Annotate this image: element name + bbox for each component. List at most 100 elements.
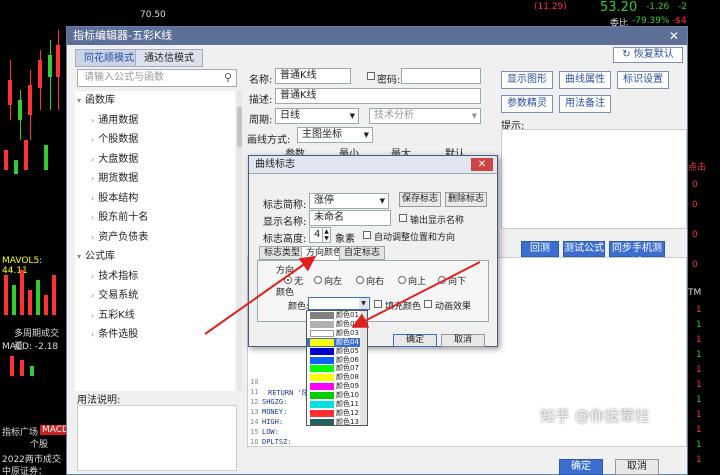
name-input[interactable]: 普通K线 xyxy=(275,68,351,84)
direction-down-radio[interactable] xyxy=(438,276,446,284)
chevron-right-icon[interactable]: › xyxy=(91,155,94,164)
delete-mark-button[interactable]: 删除标志 xyxy=(445,192,487,207)
color-swatch xyxy=(310,401,334,408)
news-item-2[interactable]: 中原证券： xyxy=(2,464,47,475)
direction-right-radio[interactable] xyxy=(356,276,364,284)
output-name-checkbox[interactable] xyxy=(399,214,407,222)
price-change: -1.26 xyxy=(646,2,670,12)
color-option[interactable]: 颜色10 xyxy=(307,391,361,400)
draw-mode-select[interactable]: 主图坐标 ▼ xyxy=(297,127,373,143)
tree-item[interactable]: › 大盘数据 xyxy=(75,150,235,170)
editor-ok-button[interactable]: 确定 xyxy=(559,459,603,475)
usage-note-button[interactable]: 用法备注 xyxy=(559,95,611,113)
show-graph-button[interactable]: 显示图形 xyxy=(501,71,553,89)
tab-mark-type[interactable]: 标志类型 xyxy=(259,246,306,260)
auto-adjust-checkbox[interactable] xyxy=(363,231,371,239)
color-option[interactable]: 颜色11 xyxy=(307,400,361,409)
display-name-input[interactable]: 未命名 xyxy=(309,210,391,226)
dialog-cancel-button[interactable]: 取消 xyxy=(441,334,485,347)
right-value: 0 xyxy=(692,180,698,190)
right-value: 0 xyxy=(692,200,698,210)
formula-search-input[interactable]: 请输入公式与函数 ⚲ xyxy=(77,69,237,87)
chevron-right-icon[interactable]: › xyxy=(91,116,94,125)
backtest-button[interactable]: 回测 xyxy=(521,241,559,257)
color-option[interactable]: 颜色04 xyxy=(307,337,361,347)
editor-cancel-button[interactable]: 取消 xyxy=(615,459,659,475)
search-placeholder: 请输入公式与函数 xyxy=(84,72,164,83)
tech-analysis-select[interactable]: 技术分析 ▼ xyxy=(369,108,481,124)
password-checkbox[interactable] xyxy=(367,72,375,80)
color-option-label: 颜色08 xyxy=(336,373,359,382)
tree-item[interactable]: › 股本结构 xyxy=(75,189,235,209)
search-icon[interactable]: ⚲ xyxy=(224,70,232,86)
color-select[interactable]: ▼ xyxy=(308,297,370,310)
stepper-arrows-icon[interactable]: ▲ ▼ xyxy=(322,228,330,242)
color-option[interactable]: 颜色03 xyxy=(307,329,361,338)
chevron-right-icon[interactable]: › xyxy=(91,291,94,300)
direction-up-radio[interactable] xyxy=(398,276,406,284)
tree-item[interactable]: › 技术指标 xyxy=(75,267,235,287)
dialog-ok-button[interactable]: 确定 xyxy=(393,334,437,347)
tab-ths-mode[interactable]: 同花顺模式 xyxy=(75,49,143,67)
chevron-right-icon[interactable]: › xyxy=(91,330,94,339)
tree-item[interactable]: › 期货数据 xyxy=(75,169,235,189)
color-option[interactable]: 颜色01 xyxy=(307,311,361,320)
tree-item[interactable]: › 个股数据 xyxy=(75,130,235,150)
mark-name-select[interactable]: 涨停 ▼ xyxy=(309,193,389,209)
tree-scrollbar-thumb[interactable] xyxy=(237,107,242,147)
right-label: TM xyxy=(688,288,702,298)
color-option[interactable]: 颜色13 xyxy=(307,418,361,425)
chevron-right-icon[interactable]: › xyxy=(91,311,94,320)
save-mark-button[interactable]: 保存标志 xyxy=(399,192,441,207)
restore-default-button[interactable]: ↻ 恢复默认 xyxy=(613,47,683,63)
tree-item[interactable]: › 交易系统 xyxy=(75,286,235,306)
animation-checkbox[interactable] xyxy=(424,300,432,308)
test-formula-button[interactable]: 测试公式 xyxy=(563,241,605,257)
close-icon[interactable]: ✕ xyxy=(471,158,493,171)
sync-mobile-test-button[interactable]: 同步手机测试 xyxy=(609,241,665,268)
stock-tab[interactable]: 个股 xyxy=(30,437,48,450)
tab-custom-mark[interactable]: 自定标志 xyxy=(339,246,386,260)
direction-left-radio[interactable] xyxy=(314,276,322,284)
chevron-right-icon[interactable]: › xyxy=(91,135,94,144)
dialog-title-bar[interactable]: 曲线标志 ✕ xyxy=(249,156,497,174)
tree-item[interactable]: › 条件选股 xyxy=(75,325,235,345)
param-wizard-button[interactable]: 参数精灵 xyxy=(501,95,553,113)
tree-item[interactable]: › 通用数据 xyxy=(75,111,235,131)
chevron-down-icon[interactable]: ▾ xyxy=(77,252,81,261)
color-option-label: 颜色10 xyxy=(336,391,359,400)
mark-settings-button[interactable]: 标识设置 xyxy=(617,71,669,89)
chevron-right-icon[interactable]: › xyxy=(91,213,94,222)
chevron-right-icon[interactable]: › xyxy=(91,174,94,183)
color-option[interactable]: 颜色05 xyxy=(307,347,361,356)
hint-textarea[interactable] xyxy=(501,129,687,229)
password-input[interactable] xyxy=(401,68,481,84)
chevron-right-icon[interactable]: › xyxy=(91,233,94,242)
tree-item[interactable]: ▾ 函数库 xyxy=(75,91,235,111)
chevron-right-icon[interactable]: › xyxy=(91,194,94,203)
close-icon[interactable]: ✕ xyxy=(669,27,679,45)
macd-tab[interactable]: MACD xyxy=(40,425,66,435)
tab-tdx-mode[interactable]: 通达信模式 xyxy=(135,49,203,67)
color-list-scrollbar[interactable] xyxy=(360,311,367,425)
color-option[interactable]: 颜色12 xyxy=(307,409,361,418)
color-option[interactable]: 颜色09 xyxy=(307,382,361,391)
period-select[interactable]: 日线 ▼ xyxy=(275,108,359,124)
tree-item[interactable]: › 五彩K线 xyxy=(75,306,235,326)
chevron-down-icon[interactable]: ▼ xyxy=(359,298,368,309)
desc-input[interactable]: 普通K线 xyxy=(275,88,481,104)
color-option[interactable]: 颜色08 xyxy=(307,373,361,382)
tree-item[interactable]: › 资产负债表 xyxy=(75,228,235,248)
tree-item-label: 条件选股 xyxy=(98,329,139,340)
curve-attr-button[interactable]: 曲线属性 xyxy=(559,71,611,89)
color-option[interactable]: 颜色02 xyxy=(307,320,361,329)
direction-none-radio[interactable] xyxy=(284,276,292,284)
chevron-right-icon[interactable]: › xyxy=(91,272,94,281)
editor-title-bar[interactable]: 指标编辑器-五彩K线 ✕ xyxy=(67,27,687,45)
usage-textarea[interactable] xyxy=(77,405,237,471)
tree-item[interactable]: › 股东前十名 xyxy=(75,208,235,228)
mark-height-stepper[interactable]: 4 ▲ ▼ xyxy=(309,227,331,243)
tree-item[interactable]: ▾ 公式库 xyxy=(75,247,235,267)
fill-color-checkbox[interactable] xyxy=(374,300,382,308)
chevron-down-icon[interactable]: ▾ xyxy=(77,96,81,105)
